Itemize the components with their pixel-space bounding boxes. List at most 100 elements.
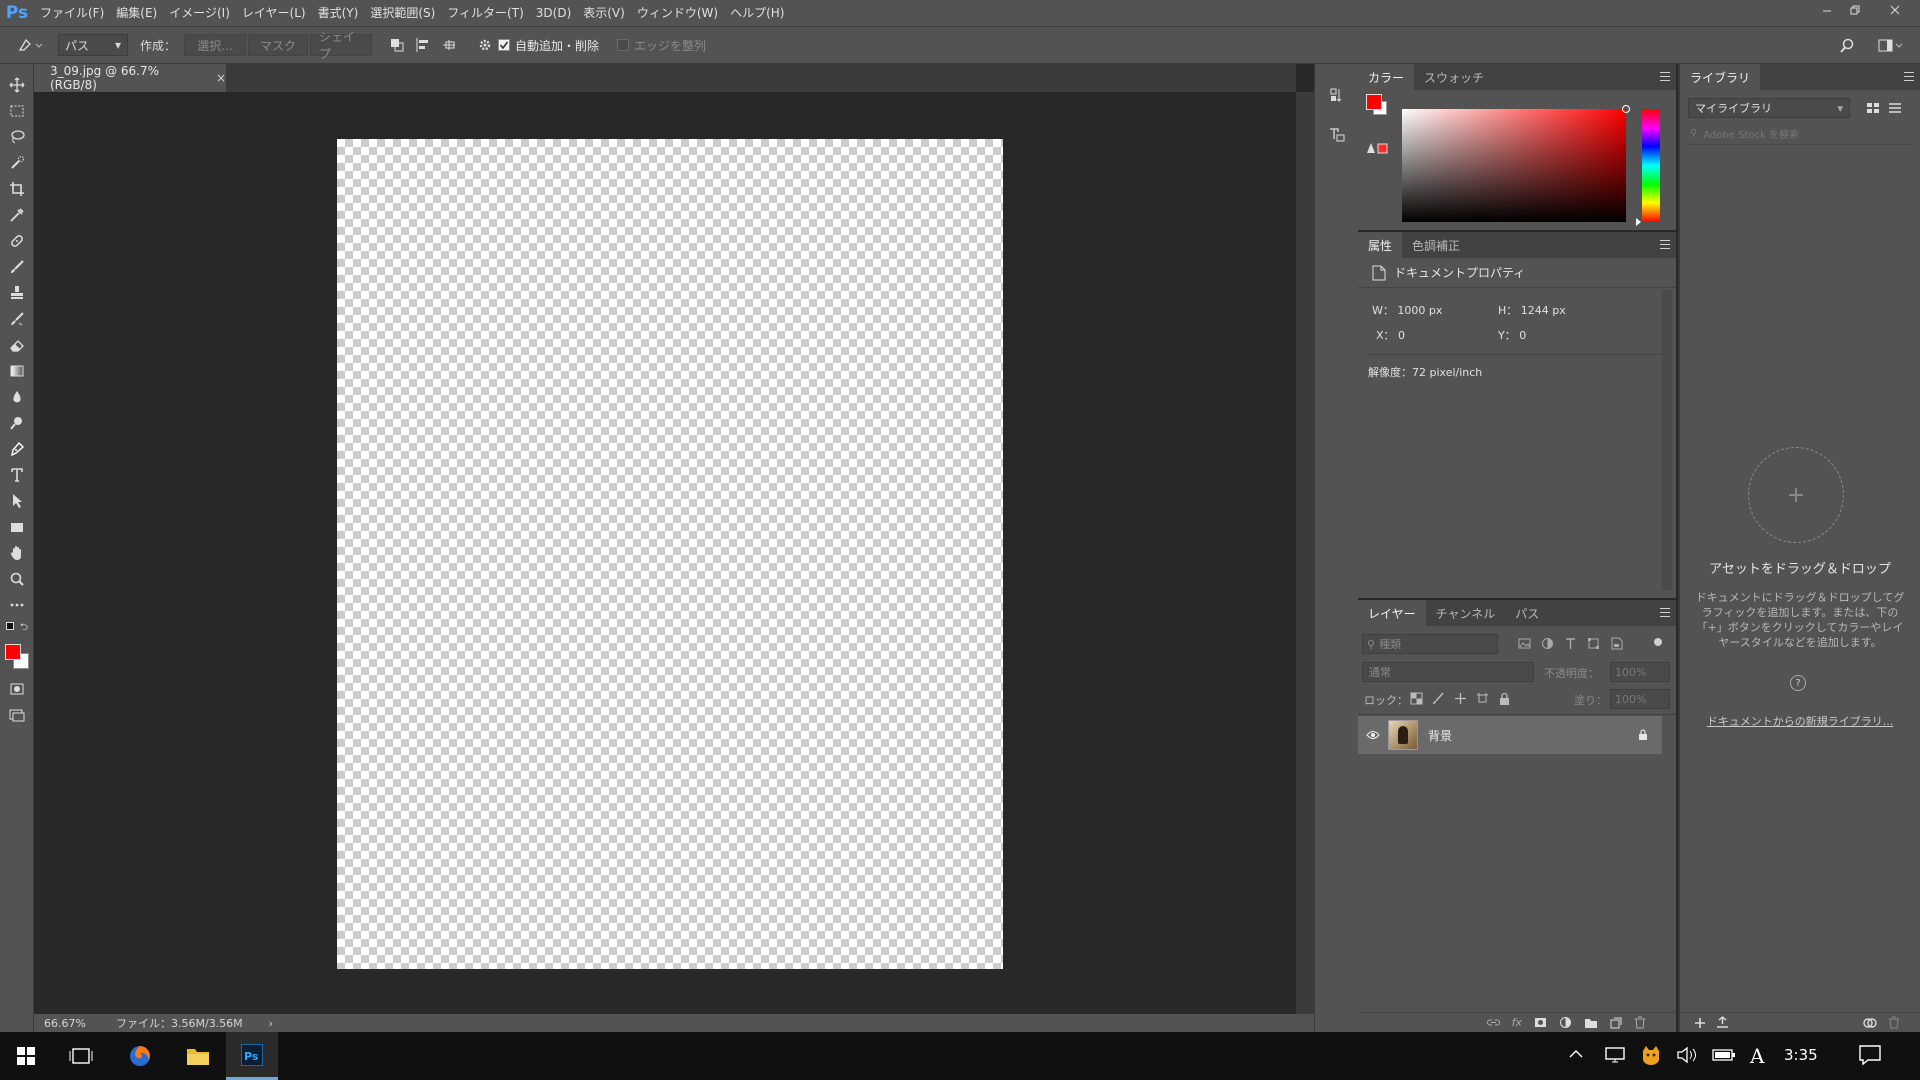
marquee-tool-icon[interactable] xyxy=(0,98,34,124)
zoom-level[interactable]: 66.67% xyxy=(44,1017,104,1030)
eyedropper-tool-icon[interactable] xyxy=(0,202,34,228)
adobe-stock-search[interactable]: ⚲ Adobe Stock を検索 xyxy=(1686,124,1914,142)
color-field[interactable] xyxy=(1402,105,1630,222)
menu-image[interactable]: イメージ(I) xyxy=(163,0,236,26)
shape-layer-filter-icon[interactable] xyxy=(1587,637,1600,650)
windows-start-icon[interactable] xyxy=(0,1032,52,1080)
canvas-workspace[interactable] xyxy=(34,92,1296,1014)
screen-mode-icon[interactable] xyxy=(0,702,34,728)
pen-tool-icon[interactable] xyxy=(0,436,34,462)
blur-tool-icon[interactable] xyxy=(0,384,34,410)
swap-colors-icon[interactable]: ⮌ xyxy=(20,620,28,637)
path-selection-tool-icon[interactable] xyxy=(0,488,34,514)
document-tab[interactable]: 3_09.jpg @ 66.7% (RGB/8) × xyxy=(34,64,226,92)
gamut-warning-icon[interactable] xyxy=(1366,142,1388,154)
properties-scrollbar[interactable] xyxy=(1662,290,1672,590)
new-library-from-document-link[interactable]: ドキュメントからの新規ライブラリ... xyxy=(1680,713,1920,729)
clock[interactable]: 3:35 xyxy=(1784,1046,1818,1064)
quick-selection-tool-icon[interactable] xyxy=(0,150,34,176)
link-layers-icon[interactable] xyxy=(1486,1017,1500,1028)
panel-menu-icon[interactable] xyxy=(1660,608,1670,617)
eraser-tool-icon[interactable] xyxy=(0,332,34,358)
close-window-icon[interactable] xyxy=(1882,0,1908,20)
cat-app-tray-icon[interactable] xyxy=(1640,1044,1662,1066)
tab-swatches[interactable]: スウォッチ xyxy=(1414,64,1494,90)
width-field[interactable]: W： 1000 px xyxy=(1372,302,1442,318)
glyph-panel-icon[interactable] xyxy=(1323,122,1351,148)
grid-view-icon[interactable] xyxy=(1866,102,1880,114)
type-tool-icon[interactable] xyxy=(0,462,34,488)
restore-icon[interactable] xyxy=(1842,0,1868,20)
layer-name[interactable]: 背景 xyxy=(1428,727,1452,744)
foreground-color-swatch[interactable] xyxy=(5,644,21,660)
layer-row[interactable]: 背景 xyxy=(1358,716,1662,754)
path-alignment-icon[interactable] xyxy=(410,32,436,58)
lock-all-icon[interactable] xyxy=(1498,692,1511,705)
more-tools-icon[interactable] xyxy=(0,592,34,618)
tab-properties[interactable]: 属性 xyxy=(1358,232,1403,258)
gear-icon[interactable] xyxy=(472,32,498,58)
lock-image-pixels-icon[interactable] xyxy=(1432,692,1445,705)
menu-select[interactable]: 選択範囲(S) xyxy=(364,0,441,26)
lock-transparent-pixels-icon[interactable] xyxy=(1410,692,1423,705)
make-selection-button[interactable]: 選択... xyxy=(184,34,247,56)
align-edges-checkbox[interactable] xyxy=(617,39,630,51)
gradient-tool-icon[interactable] xyxy=(0,358,34,384)
volume-icon[interactable] xyxy=(1676,1046,1698,1064)
library-select[interactable]: マイライブラリ ▾ xyxy=(1688,98,1850,118)
menu-view[interactable]: 表示(V) xyxy=(577,0,631,26)
y-field[interactable]: Y： 0 xyxy=(1498,327,1526,343)
firefox-icon[interactable] xyxy=(114,1032,166,1080)
ime-indicator[interactable]: A xyxy=(1750,1044,1764,1068)
layer-style-icon[interactable]: fx xyxy=(1512,1016,1522,1029)
action-center-icon[interactable] xyxy=(1858,1044,1882,1066)
lock-position-icon[interactable] xyxy=(1454,692,1467,705)
panel-menu-icon[interactable] xyxy=(1904,72,1914,81)
healing-brush-tool-icon[interactable] xyxy=(0,228,34,254)
panel-foreground-swatch[interactable] xyxy=(1366,94,1382,110)
crop-tool-icon[interactable] xyxy=(0,176,34,202)
height-field[interactable]: H： 1244 px xyxy=(1498,302,1566,318)
hue-slider[interactable] xyxy=(1642,109,1660,222)
move-tool-icon[interactable] xyxy=(0,72,34,98)
menu-filter[interactable]: フィルター(T) xyxy=(441,0,529,26)
menu-type[interactable]: 書式(Y) xyxy=(312,0,365,26)
lock-artboard-icon[interactable] xyxy=(1476,692,1489,705)
make-mask-button[interactable]: マスク xyxy=(248,34,309,56)
clone-stamp-tool-icon[interactable] xyxy=(0,280,34,306)
auto-add-delete-checkbox[interactable] xyxy=(498,39,511,51)
pen-mode-select[interactable]: パス ▾ xyxy=(58,34,128,56)
workspace-switcher-icon[interactable] xyxy=(1874,33,1908,59)
panel-menu-icon[interactable] xyxy=(1660,72,1670,81)
tab-libraries[interactable]: ライブラリ xyxy=(1680,64,1761,90)
battery-icon[interactable] xyxy=(1712,1048,1736,1062)
network-icon[interactable] xyxy=(1604,1046,1626,1064)
chevron-up-icon[interactable] xyxy=(1568,1046,1584,1062)
new-adjustment-layer-icon[interactable] xyxy=(1559,1016,1572,1029)
delete-layer-icon[interactable] xyxy=(1634,1016,1646,1029)
path-arrangement-icon[interactable] xyxy=(436,32,462,58)
add-asset-icon[interactable]: + xyxy=(1748,447,1844,543)
creative-cloud-icon[interactable] xyxy=(1862,1017,1878,1029)
minimize-icon[interactable] xyxy=(1814,0,1840,20)
adjustment-layer-filter-icon[interactable] xyxy=(1541,637,1554,650)
list-view-icon[interactable] xyxy=(1888,102,1902,114)
vertical-scrollbar[interactable] xyxy=(1296,92,1314,1014)
smart-object-filter-icon[interactable] xyxy=(1610,637,1623,650)
menu-help[interactable]: ヘルプ(H) xyxy=(724,0,790,26)
hand-tool-icon[interactable] xyxy=(0,540,34,566)
quick-mask-icon[interactable] xyxy=(0,676,34,702)
trash-icon[interactable] xyxy=(1888,1016,1900,1029)
tab-paths[interactable]: パス xyxy=(1505,600,1549,626)
brush-tool-icon[interactable] xyxy=(0,254,34,280)
add-mask-icon[interactable] xyxy=(1534,1017,1547,1028)
menu-file[interactable]: ファイル(F) xyxy=(34,0,110,26)
tab-channels[interactable]: チャンネル xyxy=(1426,600,1506,626)
document-canvas[interactable] xyxy=(337,139,1003,969)
opacity-input[interactable]: 100% xyxy=(1610,662,1670,682)
lasso-tool-icon[interactable] xyxy=(0,124,34,150)
tab-adjustments[interactable]: 色調補正 xyxy=(1402,232,1470,258)
pixel-layer-filter-icon[interactable] xyxy=(1518,637,1531,650)
eye-icon[interactable] xyxy=(1366,730,1380,740)
filter-toggle-icon[interactable] xyxy=(1654,638,1662,646)
